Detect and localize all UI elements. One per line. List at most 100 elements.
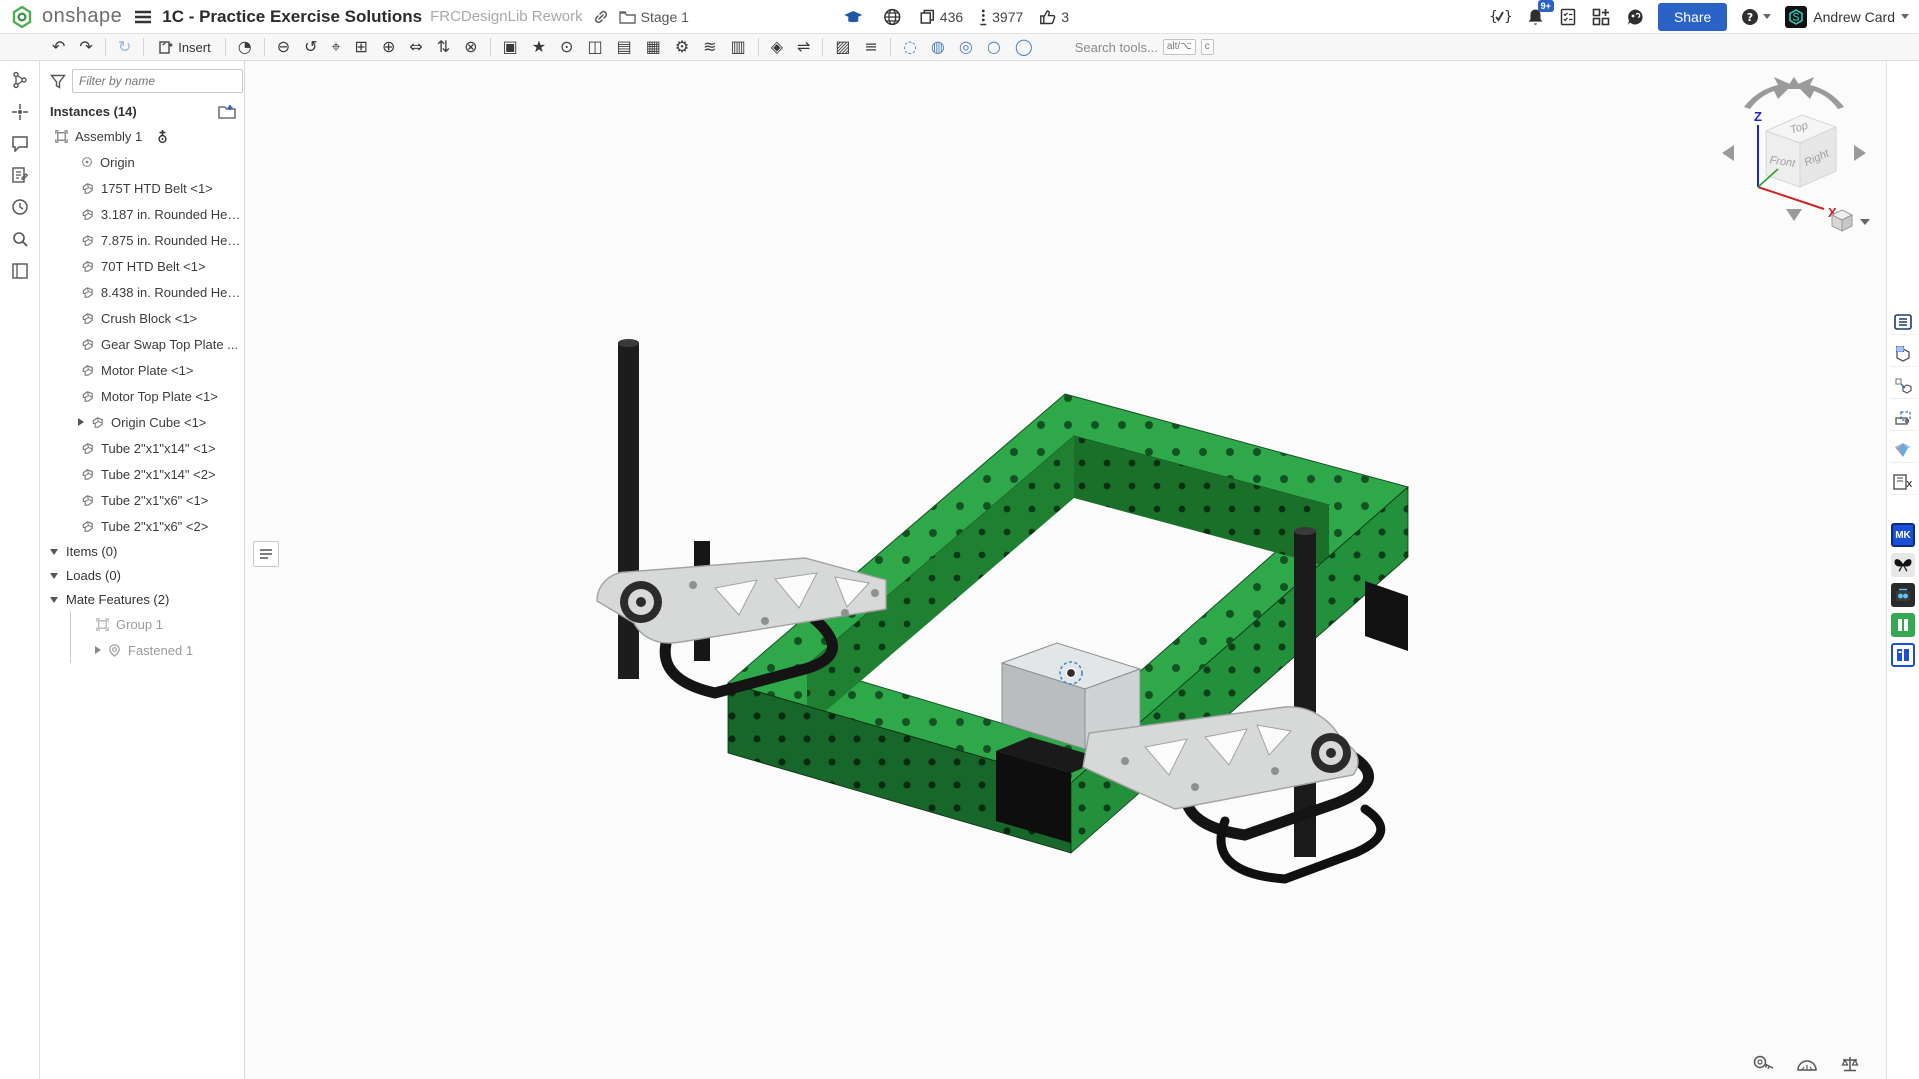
mkcad-app-icon[interactable]: MK xyxy=(1891,523,1915,547)
mate-features-section[interactable]: Mate Features (2) xyxy=(40,587,244,611)
parallel-anim-icon[interactable]: ◯ xyxy=(1009,37,1039,57)
tape-measure-icon[interactable] xyxy=(1750,1053,1776,1075)
redo-icon[interactable]: ↷ xyxy=(73,37,98,57)
tree-item-part[interactable]: Tube 2"x1"x6" <1> xyxy=(40,487,244,513)
follow-mode-icon[interactable] xyxy=(11,103,29,121)
document-notes-icon[interactable] xyxy=(11,166,28,184)
view-cube[interactable]: Top Front Right Z X xyxy=(1714,69,1874,237)
tree-item-assembly[interactable]: Assembly 1 xyxy=(40,123,244,149)
public-globe-icon[interactable] xyxy=(881,6,903,28)
variables-icon[interactable]: {} xyxy=(1487,6,1513,27)
mate-list-flyout-handle[interactable] xyxy=(253,541,279,567)
assembly-3d-model[interactable] xyxy=(245,61,1886,1046)
align-icon[interactable]: ⇔ xyxy=(403,37,428,57)
view-cube-body[interactable]: Top Front Right xyxy=(1766,115,1836,187)
configurations-cube-icon[interactable] xyxy=(1890,341,1916,367)
insert-feature-icon[interactable]: ▥ xyxy=(725,37,752,57)
arrow-up[interactable] xyxy=(1786,77,1802,89)
reference-manager-icon[interactable] xyxy=(11,262,29,280)
user-menu[interactable]: Andrew Card xyxy=(1785,6,1909,28)
named-views-icon[interactable]: ★ xyxy=(526,37,552,57)
robot-app-icon[interactable] xyxy=(1891,583,1915,607)
share-button[interactable]: Share xyxy=(1658,3,1727,31)
green-book-app-icon[interactable] xyxy=(1891,613,1915,637)
instances-header[interactable]: Instances (14) xyxy=(40,99,244,123)
ball-anim-icon[interactable]: ◎ xyxy=(953,37,979,57)
gem-app-icon[interactable] xyxy=(1890,437,1916,463)
revolute-anim-icon[interactable]: ◌ xyxy=(897,37,923,57)
sketch-region-icon[interactable] xyxy=(1890,405,1916,431)
rotate-cw-arrow[interactable] xyxy=(1796,77,1844,109)
tree-item-part[interactable]: 3.187 in. Rounded Hex... xyxy=(40,201,244,227)
history-clock-icon[interactable] xyxy=(11,198,29,216)
tree-item-part[interactable]: Origin Cube <1> xyxy=(40,409,244,435)
inserts-stat[interactable]: 3977 xyxy=(979,9,1023,26)
protractor-icon[interactable] xyxy=(1794,1053,1820,1075)
tree-item-part[interactable]: Motor Plate <1> xyxy=(40,357,244,383)
fastened-mate-icon[interactable]: ⊕ xyxy=(376,37,401,57)
tree-item-part[interactable]: Gear Swap Top Plate ... xyxy=(40,331,244,357)
tree-item-part[interactable]: 8.438 in. Rounded Hex... xyxy=(40,279,244,305)
featurescript-icon[interactable]: x) xyxy=(1890,469,1916,495)
snap-mode-icon[interactable]: ⊗ xyxy=(458,37,483,57)
tree-item-fastened[interactable]: Fastened 1 xyxy=(71,637,244,663)
belt-relation-icon[interactable]: ≋ xyxy=(697,37,722,57)
arrow-down[interactable] xyxy=(1786,209,1802,221)
app-store-icon[interactable] xyxy=(1590,6,1612,28)
butterfly-app-icon[interactable] xyxy=(1891,553,1915,577)
bom-table-icon[interactable]: ▤ xyxy=(611,37,638,57)
copies-stat[interactable]: 436 xyxy=(919,9,963,25)
blue-book-app-icon[interactable] xyxy=(1891,643,1915,667)
tree-item-part[interactable]: Tube 2"x1"x14" <2> xyxy=(40,461,244,487)
hide-parts-icon[interactable]: ⊖ xyxy=(271,37,296,57)
insert-button[interactable]: Insert xyxy=(150,37,219,57)
tree-item-part[interactable]: Motor Top Plate <1> xyxy=(40,383,244,409)
tree-item-group[interactable]: Group 1 xyxy=(71,611,244,637)
group-icon[interactable]: ⊙ xyxy=(554,37,579,57)
mate-connector-icon[interactable]: ⌖ xyxy=(326,37,347,57)
tree-item-part[interactable]: 175T HTD Belt <1> xyxy=(40,175,244,201)
undo-icon[interactable]: ↶ xyxy=(46,37,71,57)
learning-center-icon[interactable] xyxy=(1624,6,1646,28)
display-states-icon[interactable]: ≡ xyxy=(859,37,884,57)
filter-funnel-icon[interactable] xyxy=(50,74,66,89)
search-tools[interactable]: Search tools... alt/⌥ c xyxy=(1075,39,1214,55)
grid-icon[interactable]: ▦ xyxy=(640,37,667,57)
sync-icon[interactable]: ↻ xyxy=(112,37,137,57)
filter-input[interactable] xyxy=(72,69,243,93)
view-options-menu[interactable] xyxy=(1832,210,1870,231)
replicate-icon[interactable]: ◫ xyxy=(581,37,608,57)
items-section[interactable]: Items (0) xyxy=(40,539,244,563)
graphics-viewport[interactable]: Top Front Right Z X xyxy=(245,61,1886,1079)
bom-panel-icon[interactable] xyxy=(1890,309,1916,335)
loads-section[interactable]: Loads (0) xyxy=(40,563,244,587)
swap-instance-icon[interactable]: ⇌ xyxy=(791,37,816,57)
comments-icon[interactable] xyxy=(11,135,29,152)
hamburger-menu-icon[interactable] xyxy=(132,8,154,26)
tree-item-part[interactable]: Tube 2"x1"x14" <1> xyxy=(40,435,244,461)
translate-icon[interactable]: ⇅ xyxy=(431,37,456,57)
tree-item-part[interactable]: 7.875 in. Rounded Hex... xyxy=(40,227,244,253)
new-folder-icon[interactable] xyxy=(218,104,236,119)
pattern-icon[interactable]: ▣ xyxy=(497,37,524,57)
education-cap-icon[interactable] xyxy=(841,7,865,27)
tasks-checklist-icon[interactable] xyxy=(1558,6,1578,28)
edit-in-context-icon[interactable]: ▨ xyxy=(829,37,856,57)
tree-item-origin[interactable]: Origin xyxy=(40,149,244,175)
chevron-right-icon[interactable] xyxy=(78,418,84,426)
folder-breadcrumb[interactable]: Stage 1 xyxy=(619,9,689,25)
rotate-ccw-arrow[interactable] xyxy=(1744,77,1792,109)
derived-part-icon[interactable] xyxy=(1890,373,1916,399)
versions-graph-icon[interactable] xyxy=(11,71,29,89)
hex-shaft-left[interactable] xyxy=(618,339,639,679)
move-part-icon[interactable]: ⊞ xyxy=(349,37,374,57)
sheet-metal-icon[interactable]: ◈ xyxy=(765,37,789,57)
help-menu[interactable]: ? xyxy=(1739,6,1773,28)
arrow-right[interactable] xyxy=(1854,145,1866,161)
rotate-part-icon[interactable]: ↺ xyxy=(298,37,323,57)
likes-stat[interactable]: 3 xyxy=(1039,9,1069,25)
tree-item-part[interactable]: Tube 2"x1"x6" <2> xyxy=(40,513,244,539)
section-view-icon[interactable]: ◔ xyxy=(232,37,258,57)
gear-relation-icon[interactable]: ⚙ xyxy=(669,37,695,57)
arrow-left[interactable] xyxy=(1722,145,1734,161)
